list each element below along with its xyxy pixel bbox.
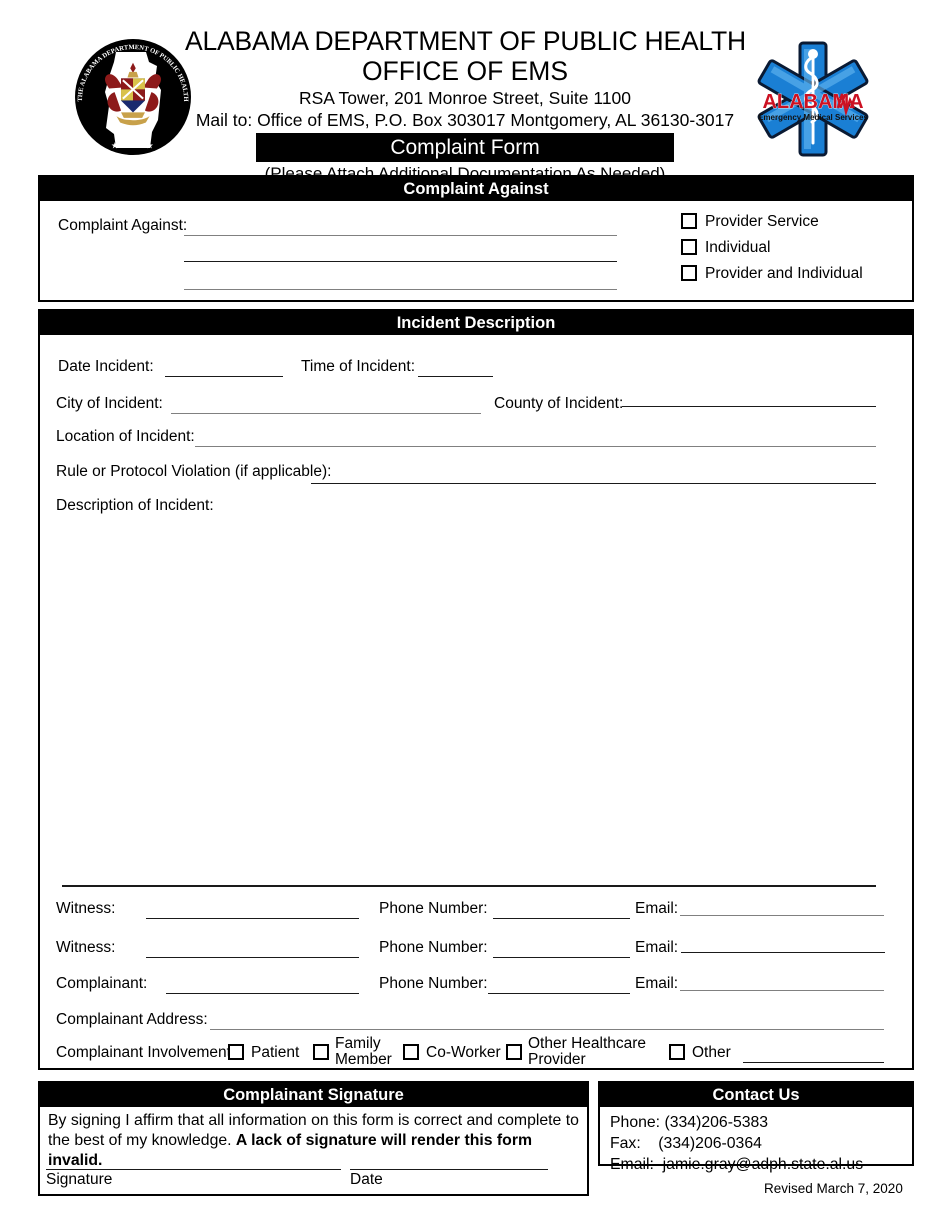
checkbox-label-involvement-other: Other [692,1044,731,1061]
checkbox-label-involvement-patient: Patient [251,1044,300,1061]
complainant-email-label: Email: [635,975,679,992]
complainant-name-input[interactable] [166,993,359,994]
checkbox-involvement-other[interactable] [669,1044,685,1060]
checkbox-involvement-patient[interactable] [228,1044,244,1060]
witness-1-phone-label: Phone Number: [379,900,488,917]
checkbox-provider-service[interactable] [681,213,697,229]
complaint-against-label: Complaint Against: [58,217,188,234]
complainant-involvement-label: Complainant Involvement: [56,1044,236,1061]
time-incident-label: Time of Incident: [301,358,416,375]
incident-description-section: Incident Description Date Incident: Time… [38,309,914,1070]
complainant-email-input[interactable] [680,990,884,991]
witness-2-email-label: Email: [635,939,679,956]
rule-violation-label: Rule or Protocol Violation (if applicabl… [56,463,332,480]
witness-2-name-input[interactable] [146,957,359,958]
witness-1-name-input[interactable] [146,918,359,919]
complainant-signature-section-title: Complainant Signature [40,1083,587,1107]
county-incident-input[interactable] [622,406,876,407]
witness-1-email-input[interactable] [680,915,884,916]
complaint-against-input-line-1[interactable] [184,235,617,236]
contact-us-section-title: Contact Us [600,1083,912,1107]
description-area-bottom-rule [62,885,876,887]
time-incident-input[interactable] [418,376,493,377]
signature-input[interactable] [46,1169,341,1170]
complaint-against-input-line-3[interactable] [184,289,617,290]
agency-address-line1: RSA Tower, 201 Monroe Street, Suite 1100 [298,88,632,108]
checkbox-label-provider-and-individual: Provider and Individual [705,265,863,282]
header-title-block: ALABAMA DEPARTMENT OF PUBLIC HEALTH OFFI… [185,26,746,185]
signature-affirmation-text: By signing I affirm that all information… [48,1111,583,1171]
complaint-against-section: Complaint Against Complaint Against: Pro… [38,175,914,302]
county-incident-label: County of Incident: [494,395,624,412]
complaint-against-input-line-2[interactable] [184,261,617,262]
witness-2-email-input[interactable] [681,952,885,953]
adph-seal-icon: ★ 1875 ★ THE ALABAMA DEPARTMENT OF PUBLI… [72,36,194,158]
witness-2-phone-input[interactable] [493,957,630,958]
complainant-phone-label: Phone Number: [379,975,488,992]
witness-1-email-label: Email: [635,900,679,917]
description-incident-input[interactable] [56,519,876,881]
contact-us-details: Phone: (334)206-5383 Fax: (334)206-0364 … [610,1114,864,1173]
location-incident-label: Location of Incident: [56,428,195,445]
contact-us-section: Contact Us Phone: (334)206-5383 Fax: (33… [598,1081,914,1173]
witness-1-phone-input[interactable] [493,918,630,919]
checkbox-label-involvement-family-member: Family Member [335,1035,392,1068]
checkbox-involvement-family-member[interactable] [313,1044,329,1060]
witness-1-label: Witness: [56,900,116,917]
agency-address-line2: Mail to: Office of EMS, P.O. Box 303017 … [195,110,735,130]
complainant-label: Complainant: [56,975,148,992]
complainant-address-input[interactable] [210,1029,884,1030]
signature-date-input[interactable] [350,1169,548,1170]
signature-field-label: Signature [46,1171,113,1188]
revised-date: Revised March 7, 2020 [764,1181,903,1196]
involvement-other-input[interactable] [743,1062,884,1063]
witness-2-label: Witness: [56,939,116,956]
page-header: ★ 1875 ★ THE ALABAMA DEPARTMENT OF PUBLI… [0,0,950,183]
complainant-address-label: Complainant Address: [56,1011,208,1028]
agency-title-line1: ALABAMA DEPARTMENT OF PUBLIC HEALTH [185,26,746,56]
checkbox-label-individual: Individual [705,239,771,256]
complainant-signature-section: Complainant Signature By signing I affir… [38,1081,589,1196]
agency-title-line2: OFFICE OF EMS [361,56,569,86]
checkbox-label-involvement-other-healthcare-provider: Other Healthcare Provider [528,1035,647,1068]
checkbox-involvement-co-worker[interactable] [403,1044,419,1060]
description-incident-label: Description of Incident: [56,497,214,514]
star-of-life-icon: ALABAMA Emergency Medical Services [752,38,874,160]
location-incident-input[interactable] [195,446,876,447]
checkbox-label-involvement-co-worker: Co-Worker [426,1044,501,1061]
checkbox-provider-and-individual[interactable] [681,265,697,281]
form-title-banner: Complaint Form [256,133,674,162]
date-incident-label: Date Incident: [58,358,154,375]
checkbox-individual[interactable] [681,239,697,255]
incident-description-section-title: Incident Description [40,311,912,335]
rule-violation-input[interactable] [311,483,876,484]
complainant-phone-input[interactable] [488,993,630,994]
city-incident-input[interactable] [171,413,481,414]
city-incident-label: City of Incident: [56,395,163,412]
checkbox-involvement-other-healthcare-provider[interactable] [506,1044,522,1060]
signature-date-label: Date [350,1171,383,1188]
complaint-against-section-title: Complaint Against [40,177,912,201]
date-incident-input[interactable] [165,376,283,377]
svg-text:★ 1875 ★: ★ 1875 ★ [111,141,155,150]
svg-text:Emergency Medical Services: Emergency Medical Services [758,113,868,122]
checkbox-label-provider-service: Provider Service [705,213,819,230]
witness-2-phone-label: Phone Number: [379,939,488,956]
